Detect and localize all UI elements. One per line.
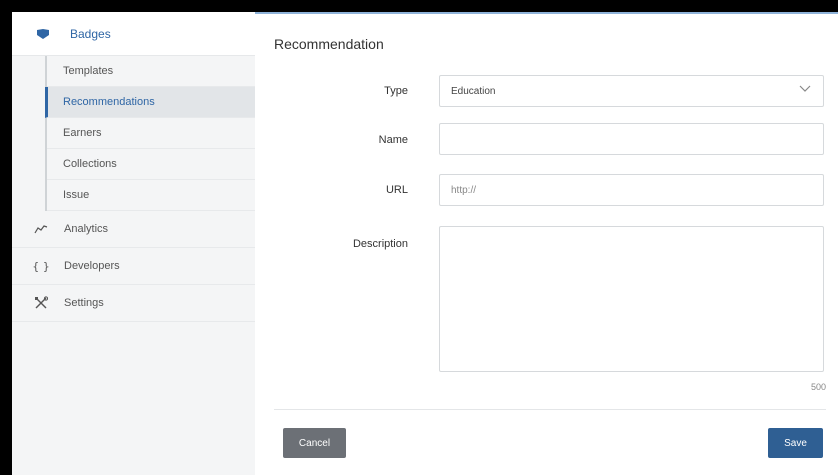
divider [274,409,826,410]
url-input-placeholder: http:// [451,184,477,196]
type-select-value: Education [451,85,496,97]
code-braces-icon: { } [32,259,50,273]
sidebar-item-settings[interactable]: Settings [12,285,255,322]
description-textarea[interactable] [439,226,824,372]
url-label: URL [385,184,408,196]
name-input[interactable] [439,123,824,155]
sidebar: Badges Templates Recommendations Earners… [12,12,255,475]
app-frame: Badges Templates Recommendations Earners… [12,12,838,475]
sidebar-item-badges-label: Badges [70,26,111,41]
sidebar-item-recommendations[interactable]: Recommendations [45,87,255,118]
sidebar-item-analytics[interactable]: Analytics [12,211,255,248]
sidebar-item-earners[interactable]: Earners [47,118,255,149]
sidebar-item-collections[interactable]: Collections [47,149,255,180]
page-title: Recommendation [274,36,384,52]
cancel-button[interactable]: Cancel [283,428,346,458]
type-select[interactable]: Education [439,75,824,107]
recommendation-form-panel: Recommendation Type Education Name URL h… [255,12,838,475]
sidebar-item-developers[interactable]: { } Developers [12,248,255,285]
description-label: Description [352,238,408,250]
analytics-icon [32,224,50,234]
chevron-down-icon [799,85,811,96]
sidebar-item-settings-label: Settings [64,297,104,309]
char-count: 500 [810,382,826,392]
badge-icon [34,28,52,40]
sidebar-item-developers-label: Developers [64,260,120,272]
name-label: Name [378,134,408,146]
sidebar-item-analytics-label: Analytics [64,223,109,235]
tools-icon [32,296,50,310]
sidebar-item-templates[interactable]: Templates [47,56,255,87]
save-button[interactable]: Save [768,428,823,458]
sidebar-item-badges[interactable]: Badges [12,12,255,56]
sidebar-item-issue[interactable]: Issue [47,180,255,211]
url-input[interactable]: http:// [439,174,824,206]
badges-submenu: Templates Recommendations Earners Collec… [45,56,255,211]
type-label: Type [384,85,408,97]
